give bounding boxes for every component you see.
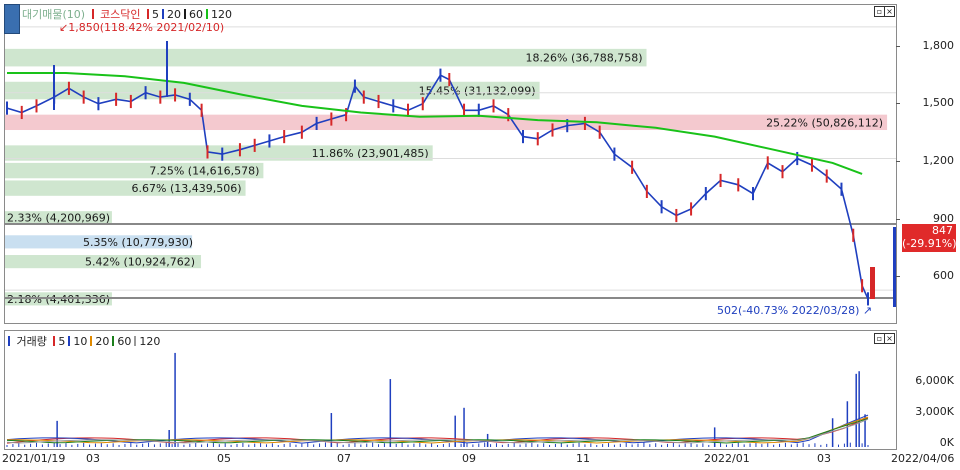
vol-ma-legend-marker [90,336,93,346]
volume-tick-3000k: 3,000K [915,405,954,418]
price-tick-1500: 1,500 [922,96,955,109]
band-label: 6.67% (13,439,506) [132,182,242,195]
last-candle [870,267,875,299]
vol-ma-legend-label: 10 [73,335,88,348]
price-tick-1800: 1,800 [922,39,955,52]
axis-tick [896,276,900,277]
volume-ma-legend-items: 5 10 20 60 120 [53,335,163,348]
price-legend: 대기매물(10) 코스닥인 5 20 60 120 [22,6,238,22]
vol-ma-legend-label: 60 [117,335,132,348]
band-label: 2.33% (4,200,969) [7,212,110,225]
legend-volume-marker [8,336,10,346]
ma-legend-marker [147,9,150,19]
volume-ma-line [6,417,869,444]
x-label-07: 07 [337,452,351,465]
volume-axis: 6,000K 3,000K 0K [896,330,960,449]
price-tick-600: 600 [933,269,954,282]
axis-tick [896,219,900,220]
vol-ma-legend-marker [68,336,71,346]
band-label: 15.45% (31,132,099) [419,85,536,98]
band-label: 18.26% (36,788,758) [526,52,643,65]
price-panel[interactable]: 18.26% (36,788,758) 15.45% (31,132,099) 25… [4,4,897,324]
price-tick-1200: 1,200 [922,154,955,167]
vol-ma-legend-marker [134,336,137,346]
x-label-03: 03 [86,452,100,465]
vol-ma-legend-label: 120 [139,335,161,348]
panel-close-icon[interactable]: × [884,6,895,17]
legend-index-label: 코스닥인 [100,8,141,21]
vol-ma-legend-label: 5 [58,335,66,348]
vol-ma-legend-label: 20 [95,335,110,348]
ma-legend-marker [162,9,165,19]
ma-legend-marker [206,9,209,19]
volume-close-icon[interactable]: × [884,333,895,344]
volume-tick-0k: 0K [939,436,954,449]
ma-legend-label: 20 [167,8,182,21]
chart-settings-icon[interactable] [4,4,20,34]
chart-window: 18.26% (36,788,758) 15.45% (31,132,099) 25… [0,0,960,470]
band-label: 5.42% (10,924,762) [85,256,195,269]
volume-legend-title: 거래량 [16,335,47,348]
legend-index-marker [91,9,94,19]
ma-legend-marker [184,9,187,19]
ma-legend-items: 5 20 60 120 [147,8,235,21]
ma-legend-label: 60 [189,8,204,21]
current-price: 847 [932,224,953,237]
axis-tick [896,103,900,104]
axis-tick [896,161,900,162]
x-label-05: 05 [217,452,231,465]
legend-title: 대기매물(10) [22,8,86,21]
x-label-2022-03: 03 [817,452,831,465]
band-label: 7.25% (14,616,578) [149,165,259,178]
volume-ma-line [7,416,869,444]
band-label: 5.35% (10,779,930) [83,236,193,249]
x-label-11: 11 [576,452,590,465]
x-label-2022-01: 2022/01 [704,452,750,465]
volume-ma-line [6,414,869,444]
volume-legend: 거래량 5 10 20 60 120 [8,333,166,349]
x-label-09: 09 [462,452,476,465]
x-label-start: 2021/01/19 [2,452,66,465]
band-label: 2.18% (4,401,336) [7,293,110,306]
price-chart: 18.26% (36,788,758) 15.45% (31,132,099) 25… [5,21,896,317]
high-annotation: ↙1,850(118.42% 2021/02/10) [59,21,224,34]
vol-ma-legend-marker [112,336,115,346]
current-price-badge: 847 (-29.91%) [902,224,957,252]
vol-ma-legend-marker [53,336,56,346]
current-change: (-29.91%) [902,237,957,250]
band-label: 25.22% (50,826,112) [766,116,883,129]
volume-tick-6000k: 6,000K [915,374,954,387]
price-axis: 1,800 1,500 1,200 900 600 [896,4,960,322]
ma-legend-label: 5 [152,8,160,21]
axis-tick [896,46,900,47]
ma-legend-label: 120 [211,8,233,21]
low-annotation: 502(-40.73% 2022/03/28) ↗ [717,304,872,317]
x-label-end: 2022/04/06 [891,452,955,465]
